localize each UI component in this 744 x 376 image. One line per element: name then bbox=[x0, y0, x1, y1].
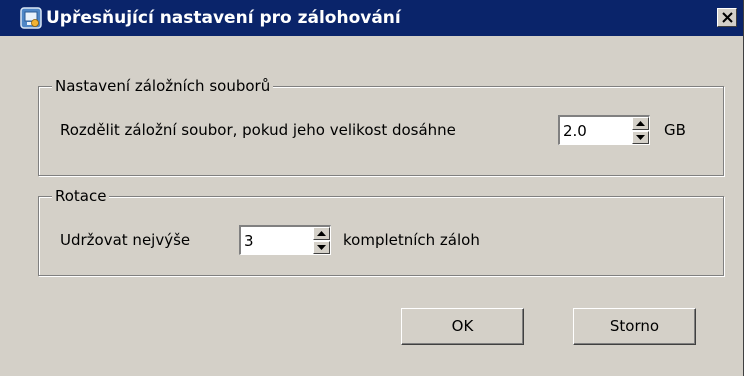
split-size-spin-buttons bbox=[632, 117, 649, 144]
keep-max-label: Udržovat nejvýše bbox=[60, 231, 191, 249]
keep-count-increment-button[interactable] bbox=[313, 227, 330, 240]
keep-count-suffix: kompletních záloh bbox=[343, 231, 480, 249]
backup-app-icon bbox=[20, 7, 42, 29]
arrow-down-icon bbox=[317, 245, 326, 250]
window-title: Upřesňující nastavení pro zálohování bbox=[46, 8, 401, 28]
split-size-increment-button[interactable] bbox=[632, 117, 649, 130]
dialog-window: Upřesňující nastavení pro zálohování Nas… bbox=[0, 0, 744, 376]
arrow-up-icon bbox=[317, 231, 326, 236]
arrow-down-icon bbox=[636, 135, 645, 140]
split-size-unit: GB bbox=[664, 121, 686, 139]
split-size-label: Rozdělit záložní soubor, pokud jeho veli… bbox=[60, 121, 456, 139]
keep-count-spinbox[interactable]: 3 bbox=[239, 225, 331, 255]
keep-count-decrement-button[interactable] bbox=[313, 241, 330, 254]
split-size-decrement-button[interactable] bbox=[632, 131, 649, 144]
rotation-group-title: Rotace bbox=[52, 185, 110, 207]
keep-count-input[interactable]: 3 bbox=[244, 230, 254, 252]
close-icon bbox=[722, 12, 733, 23]
close-button[interactable] bbox=[717, 8, 737, 27]
cancel-button[interactable]: Storno bbox=[573, 308, 696, 345]
split-size-input[interactable]: 2.0 bbox=[563, 120, 587, 142]
split-size-spinbox[interactable]: 2.0 bbox=[558, 115, 650, 145]
arrow-up-icon bbox=[636, 121, 645, 126]
ok-button[interactable]: OK bbox=[401, 308, 524, 345]
keep-count-spin-buttons bbox=[313, 227, 330, 254]
backup-files-group-title: Nastavení záložních souborů bbox=[52, 75, 274, 97]
title-bar[interactable]: Upřesňující nastavení pro zálohování bbox=[0, 0, 743, 36]
